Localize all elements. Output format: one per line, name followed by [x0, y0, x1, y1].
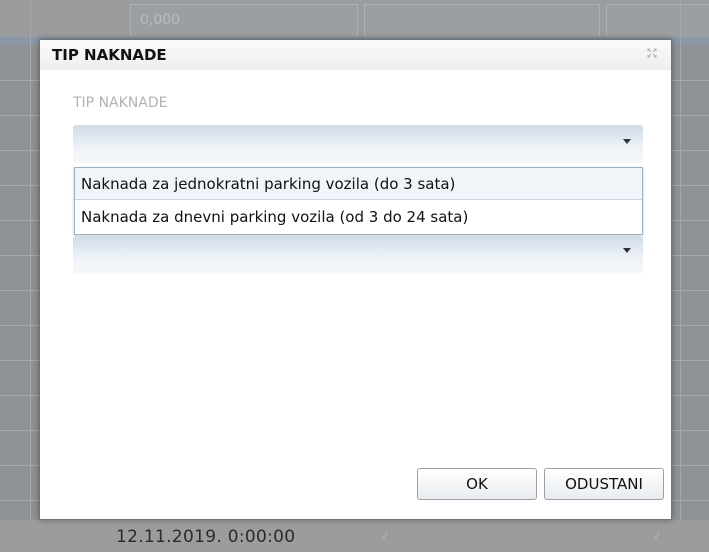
- close-icon-glyph: [647, 48, 657, 58]
- column-divider: [30, 0, 31, 552]
- close-icon[interactable]: [645, 48, 659, 62]
- background-row-date: 12.11.2019. 0:00:00: [116, 527, 296, 547]
- chevron-down-icon[interactable]: [623, 248, 631, 253]
- background-cell: [364, 4, 600, 38]
- second-select[interactable]: [73, 236, 643, 274]
- dialog-header: TIP NAKNADE: [40, 40, 671, 70]
- chevron-down-icon[interactable]: [623, 139, 631, 144]
- fee-type-label: TIP NAKNADE: [73, 95, 168, 111]
- fee-type-dropdown-list: Naknada za jednokratni parking vozila (d…: [74, 167, 643, 235]
- checkbox-checked-icon: ✓: [652, 529, 663, 543]
- dialog-title: TIP NAKNADE: [52, 46, 167, 64]
- dropdown-option-daily-parking[interactable]: Naknada za dnevni parking vozila (od 3 d…: [75, 201, 642, 233]
- cancel-button[interactable]: ODUSTANI: [544, 468, 664, 500]
- background-top-value: 0,000: [140, 12, 181, 28]
- column-divider: [680, 0, 681, 552]
- dropdown-option-single-parking[interactable]: Naknada za jednokratni parking vozila (d…: [75, 168, 642, 200]
- checkbox-checked-icon: ✓: [380, 529, 391, 543]
- fee-type-dialog: TIP NAKNADE TIP NAKNADE Naknada za jedno…: [39, 39, 672, 520]
- background-bottom-row: [0, 520, 709, 552]
- background-cell: [606, 4, 709, 38]
- ok-button[interactable]: OK: [417, 468, 537, 500]
- fee-type-select[interactable]: [73, 125, 643, 163]
